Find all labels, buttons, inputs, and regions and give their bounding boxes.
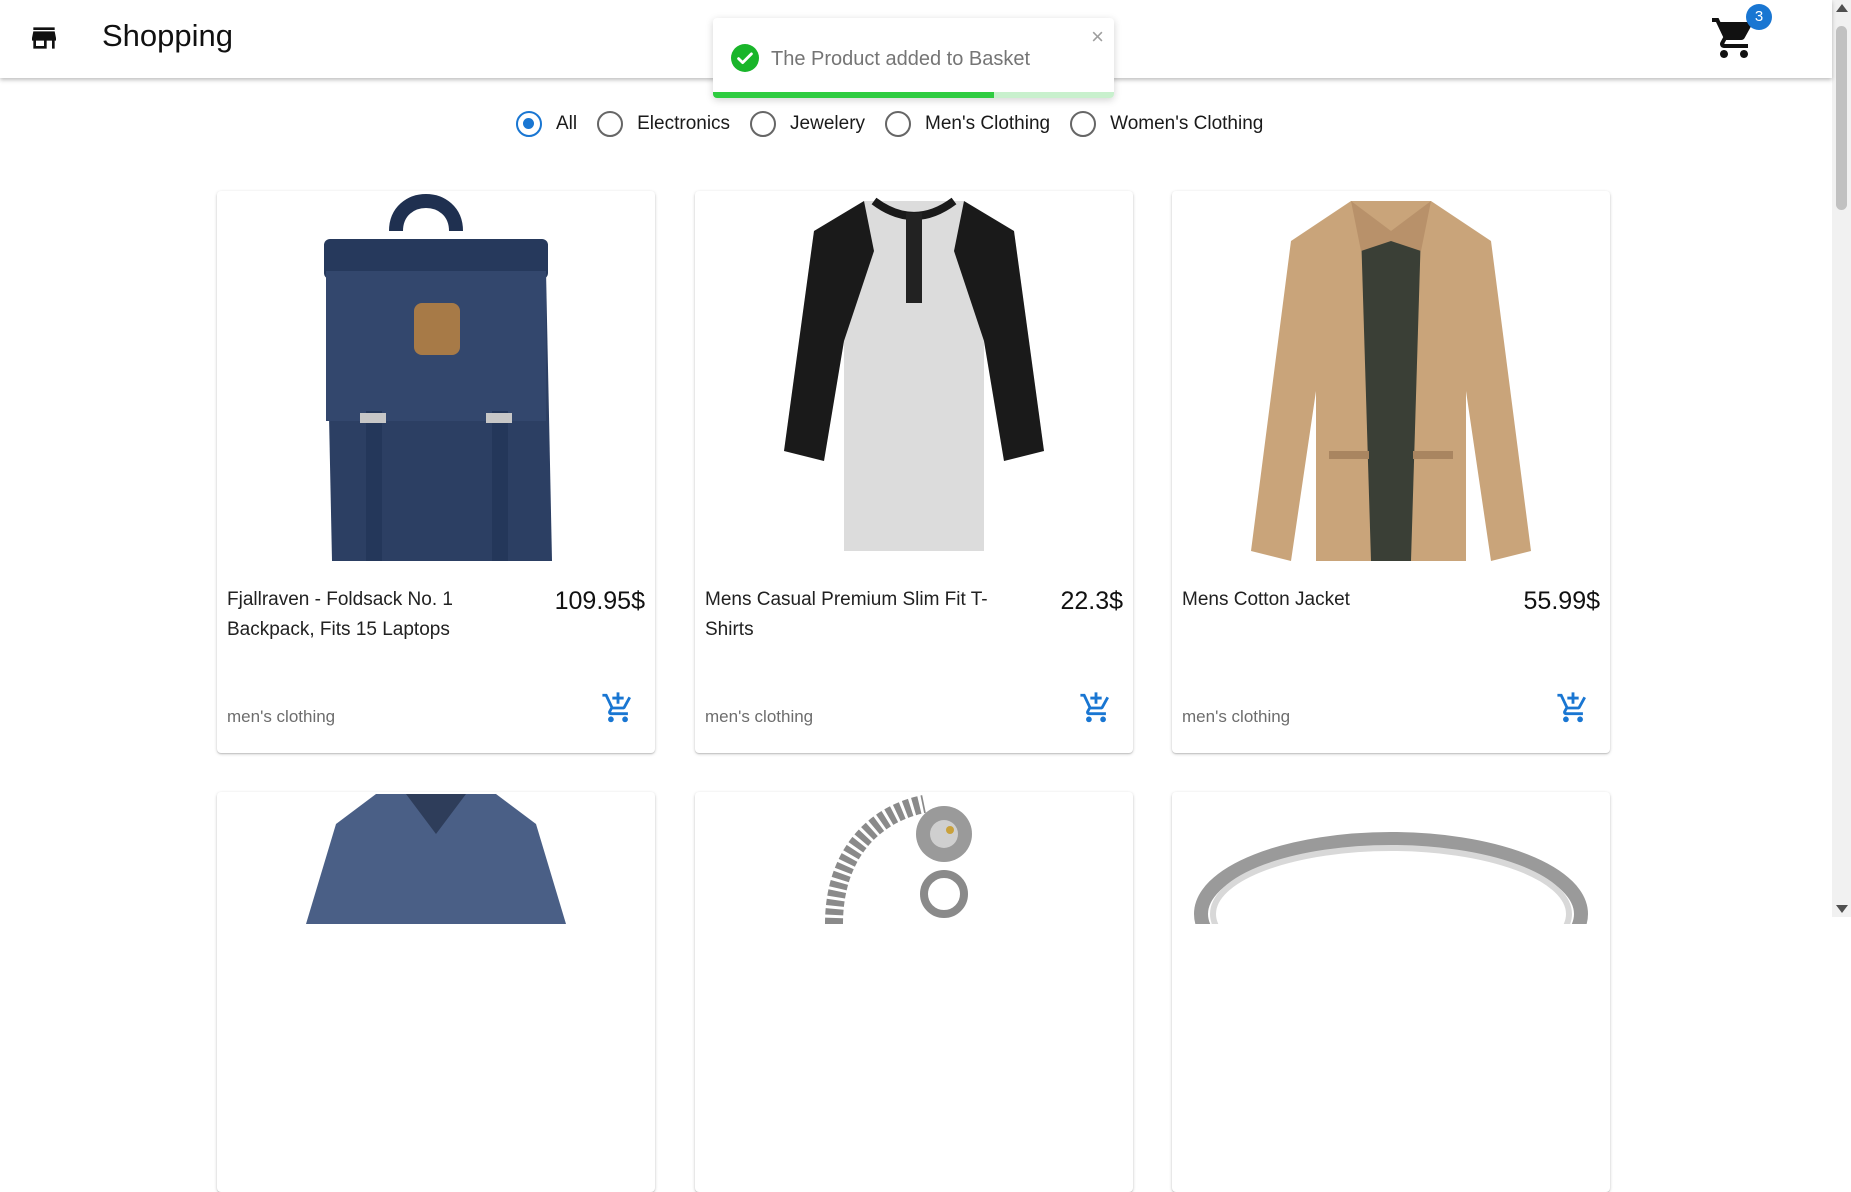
product-card[interactable]: Mens Cotton Jacket 55.99$ men's clothing (1172, 191, 1610, 753)
filter-label: Jewelery (790, 113, 866, 134)
toast-message: The Product added to Basket (771, 48, 1031, 70)
product-card[interactable] (695, 792, 1133, 1192)
cart-count-badge: 3 (1746, 4, 1772, 30)
filter-jewelery[interactable]: Jewelery (750, 111, 865, 137)
scroll-thumb[interactable] (1836, 26, 1847, 210)
add-to-cart-icon[interactable] (1556, 691, 1590, 725)
toast-close-button[interactable]: × (1091, 26, 1104, 48)
filter-mens-clothing[interactable]: Men's Clothing (885, 111, 1050, 137)
success-check-icon (731, 44, 759, 72)
app-title: Shopping (102, 18, 234, 53)
product-image-jacket (1172, 191, 1610, 571)
toast-progress-bar (713, 92, 994, 98)
product-card[interactable]: Mens Casual Premium Slim Fit T-Shirts 22… (695, 191, 1133, 753)
radio-electronics[interactable] (597, 111, 624, 137)
radio-all[interactable] (516, 111, 542, 137)
scroll-up-arrow-icon[interactable] (1836, 4, 1848, 12)
product-price: 22.3$ (1060, 587, 1123, 615)
add-to-cart-icon[interactable] (1079, 691, 1113, 725)
product-category: men's clothing (1182, 707, 1291, 726)
product-price: 55.99$ (1523, 587, 1600, 615)
scroll-down-arrow-icon[interactable] (1836, 905, 1848, 913)
filter-womens-clothing[interactable]: Women's Clothing (1070, 111, 1263, 137)
product-category: men's clothing (227, 707, 336, 726)
store-icon[interactable] (26, 22, 62, 54)
product-image-shirt (217, 792, 655, 1172)
filter-electronics[interactable]: Electronics (597, 111, 730, 137)
filter-label: Men's Clothing (925, 113, 1051, 134)
product-card[interactable]: Fjallraven - Foldsack No. 1 Backpack, Fi… (217, 191, 655, 753)
product-title[interactable]: Mens Cotton Jacket (1182, 585, 1482, 615)
product-image-ring (1172, 792, 1610, 1172)
product-category: men's clothing (705, 707, 814, 726)
product-card[interactable] (217, 792, 655, 1192)
product-card[interactable] (1172, 792, 1610, 1192)
filter-all[interactable]: All (516, 111, 577, 137)
radio-jewelery[interactable] (750, 111, 777, 137)
product-title[interactable]: Mens Casual Premium Slim Fit T-Shirts (705, 585, 1005, 645)
radio-womens-clothing[interactable] (1070, 111, 1097, 137)
add-to-cart-icon[interactable] (601, 691, 635, 725)
product-image-tshirt (695, 191, 1133, 571)
radio-mens-clothing[interactable] (885, 111, 912, 137)
filter-label: All (556, 113, 578, 134)
filter-label: Electronics (637, 113, 731, 134)
category-filter-group: All Electronics Jewelery Men's Clothing … (516, 108, 1283, 140)
product-image-bracelet (695, 792, 1133, 1172)
filter-label: Women's Clothing (1110, 113, 1264, 134)
product-price: 109.95$ (554, 587, 645, 615)
page-scrollbar[interactable] (1832, 0, 1851, 917)
product-title[interactable]: Fjallraven - Foldsack No. 1 Backpack, Fi… (227, 585, 527, 645)
product-image-backpack (217, 191, 655, 571)
toast-notification: The Product added to Basket × (713, 18, 1114, 98)
